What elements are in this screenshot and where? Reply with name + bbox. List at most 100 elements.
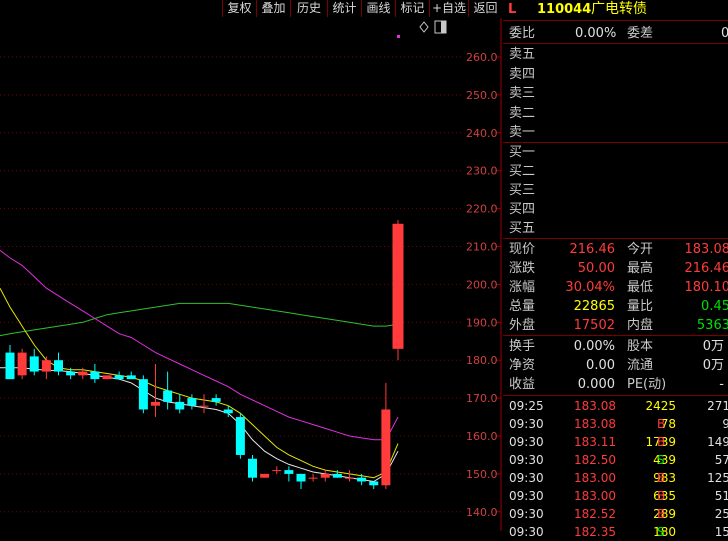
y-tick-label: 250.0 xyxy=(466,89,498,102)
stat-row: 涨幅30.04%最低180.10 xyxy=(503,278,728,297)
trade-price: 183.08 xyxy=(574,397,616,415)
buy-level: 买二 xyxy=(503,162,728,181)
stat-label: 涨跌 xyxy=(509,259,535,278)
trade-side: B xyxy=(657,469,665,487)
trade-price: 183.00 xyxy=(574,469,616,487)
trade-side: S xyxy=(657,523,665,541)
candle-body xyxy=(272,470,281,471)
overlay-button[interactable]: 叠加 xyxy=(256,0,290,17)
candle-body xyxy=(139,379,148,409)
trade-row: 09:25 183.08 2425 271 xyxy=(503,397,728,415)
fuquan-button[interactable]: 复权 xyxy=(222,0,256,17)
buy-level-label: 买四 xyxy=(509,200,535,219)
trade-volume: 2425 xyxy=(645,397,676,415)
history-button[interactable]: 历史 xyxy=(290,0,327,17)
candle-body xyxy=(54,360,63,371)
trade-time: 09:30 xyxy=(509,523,544,541)
ma-white-line xyxy=(0,368,398,482)
sell-level-label: 卖四 xyxy=(509,65,535,84)
trade-time: 09:30 xyxy=(509,469,544,487)
stat-label: 涨幅 xyxy=(509,278,535,297)
candle-body xyxy=(321,474,330,478)
weibi-row: 委比 0.00% 委差 0 xyxy=(503,24,728,43)
sell-level: 卖四 xyxy=(503,65,728,84)
extra-label: 流通 xyxy=(627,356,653,375)
trade-price: 183.11 xyxy=(574,433,616,451)
bond-code: 110044 xyxy=(537,0,591,19)
extra-value: 0.00 xyxy=(586,356,615,375)
buy-level: 买三 xyxy=(503,181,728,200)
buy-level: 买五 xyxy=(503,219,728,238)
extra-label: PE(动) xyxy=(627,375,666,394)
extra-value: 0.00% xyxy=(574,337,615,356)
trade-row: 09:30183.00983B125 xyxy=(503,469,728,487)
diamond-icon xyxy=(420,22,428,32)
extra-label: 净资 xyxy=(509,356,535,375)
trade-side: S xyxy=(657,451,665,469)
back-button[interactable]: 返回 xyxy=(468,0,502,17)
trade-row: 09:30182.50439S57 xyxy=(503,451,728,469)
trade-count: 149 xyxy=(707,433,728,451)
kline-chart[interactable]: 260.0250.0240.0230.0220.0210.0200.0190.0… xyxy=(0,18,502,531)
candle-body xyxy=(224,409,233,413)
sell-level: 卖三 xyxy=(503,84,728,103)
y-tick-label: 180.0 xyxy=(466,354,498,367)
stat-value: 180.10 xyxy=(685,278,728,297)
candle-body xyxy=(66,372,75,376)
extra-label: 收益 xyxy=(509,375,535,394)
draw-line-button[interactable]: 画线 xyxy=(361,0,395,17)
candle-body xyxy=(6,353,15,380)
buy-level-label: 买三 xyxy=(509,181,535,200)
buy-level-label: 买二 xyxy=(509,162,535,181)
buy-level-label: 买五 xyxy=(509,219,535,238)
candle-body xyxy=(18,353,27,376)
sell-level-label: 卖一 xyxy=(509,123,535,142)
trade-time: 09:30 xyxy=(509,487,544,505)
y-tick-label: 160.0 xyxy=(466,430,498,443)
trade-price: 182.50 xyxy=(574,451,616,469)
extra-value: - xyxy=(719,375,724,394)
sell-level-label: 卖二 xyxy=(509,104,535,123)
trade-price: 183.08 xyxy=(574,415,616,433)
trade-time: 09:30 xyxy=(509,415,544,433)
buy-level-label: 买一 xyxy=(509,143,535,162)
trade-time: 09:25 xyxy=(509,397,544,415)
candle-body xyxy=(127,375,136,379)
extra-value: 0万 xyxy=(703,356,724,375)
sell-level: 卖二 xyxy=(503,104,728,123)
trade-time: 09:30 xyxy=(509,451,544,469)
candle-body xyxy=(200,406,209,407)
stat-label: 最低 xyxy=(627,278,653,297)
y-tick-label: 240.0 xyxy=(466,127,498,140)
stat-label: 总量 xyxy=(509,297,535,316)
trade-side: B xyxy=(657,415,665,433)
stat-value: 22865 xyxy=(574,297,615,316)
trade-row: 09:30182.52289B25 xyxy=(503,505,728,523)
candle-body xyxy=(30,356,39,371)
extra-value: 0万 xyxy=(703,337,724,356)
extra-value: 0.000 xyxy=(578,375,615,394)
ma-yellow-line xyxy=(0,288,398,478)
sell-level: 卖一 xyxy=(503,123,728,142)
candle-body xyxy=(163,391,172,402)
candle-body xyxy=(381,409,390,485)
candle-body xyxy=(369,481,378,485)
sell-level-label: 卖五 xyxy=(509,45,535,64)
buy-level: 买一 xyxy=(503,143,728,162)
candle-body xyxy=(248,459,257,478)
add-watchlist-button[interactable]: +自选 xyxy=(429,0,468,17)
candle-body xyxy=(333,474,342,478)
y-tick-label: 230.0 xyxy=(466,165,498,178)
trade-count: 271 xyxy=(707,397,728,415)
mark-button[interactable]: 标记 xyxy=(395,0,429,17)
chart-toolbar: 复权 叠加 历史 统计 画线 标记 +自选 返回 xyxy=(0,0,502,18)
quote-panel: L 110044 广电转债 委比 0.00% 委差 0 卖五卖四卖三卖二卖一 买… xyxy=(503,0,728,531)
trade-side: B xyxy=(657,487,665,505)
candle-body xyxy=(393,224,404,349)
statistics-button[interactable]: 统计 xyxy=(327,0,361,17)
weibi-value: 0.00% xyxy=(575,24,616,43)
stat-row: 总量22865量比0.45 xyxy=(503,297,728,316)
trade-count: 125 xyxy=(707,469,728,487)
stat-value: 0.45 xyxy=(701,297,728,316)
candle-body xyxy=(78,372,87,376)
